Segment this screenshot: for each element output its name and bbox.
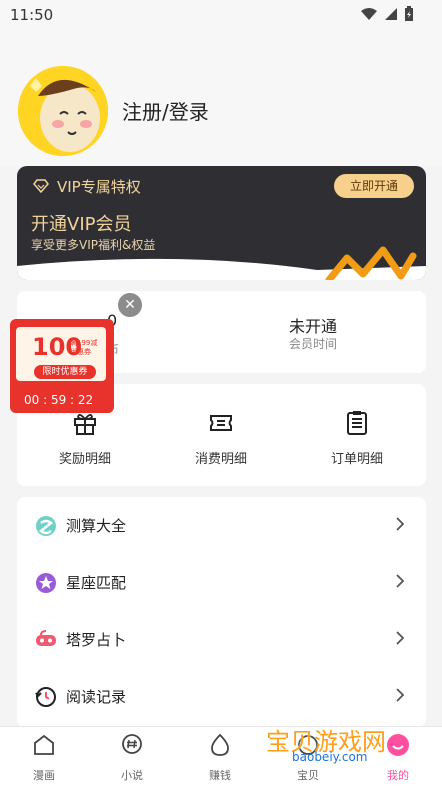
status-time: 11:50	[10, 6, 54, 24]
order-details[interactable]: 订单明细	[297, 410, 417, 467]
profile-header: 注册/登录	[0, 30, 442, 166]
feature-menu: 测算大全 星座匹配 塔罗占卜 阅读记录	[17, 497, 426, 727]
coupon-card: 100 满199减 优惠券 限时优惠券 00 : 59 : 22	[10, 319, 114, 413]
chevron-right-icon	[396, 688, 404, 702]
watermark-url: baobeiy.com	[292, 750, 368, 764]
vip-card[interactable]: VIP专属特权 立即开通 开通VIP会员 享受更多VIP福利&权益	[17, 166, 426, 280]
tab-earn-label: 赚钱	[209, 769, 231, 782]
coupon-mini-text: 满199减 优惠券	[70, 339, 98, 356]
history-clock-icon	[35, 687, 56, 707]
menu-item-constellation[interactable]: 星座匹配	[17, 554, 426, 611]
menu-item-constellation-label: 星座匹配	[66, 574, 127, 592]
menu-item-fortune[interactable]: 测算大全	[17, 497, 426, 554]
chevron-right-icon	[396, 631, 404, 645]
status-bar: 11:50	[0, 0, 442, 30]
ticket-icon	[210, 415, 232, 431]
menu-item-tarot[interactable]: 塔罗占卜	[17, 611, 426, 668]
profile-smile-icon	[387, 734, 409, 756]
battery-icon	[405, 6, 413, 21]
membership-value: 未开通	[289, 317, 338, 336]
menu-item-reading-history[interactable]: 阅读记录	[17, 668, 426, 725]
vip-headline: 开通VIP会员	[31, 214, 132, 235]
coupon-popup[interactable]: ✕ 100 满199减 优惠券 限时优惠券 00 : 59 : 22	[10, 293, 142, 413]
spending-details[interactable]: 消费明细	[161, 410, 281, 467]
hashtag-chat-icon	[122, 734, 142, 754]
menu-item-tarot-label: 塔罗占卜	[66, 631, 127, 649]
menu-item-fortune-label: 测算大全	[66, 517, 127, 535]
egg-icon	[211, 733, 229, 756]
avatar-illustration	[18, 66, 108, 156]
wifi-icon	[361, 8, 377, 20]
reward-details-label: 奖励明细	[58, 452, 111, 467]
tab-novels[interactable]: 小说	[102, 733, 162, 783]
tab-earn[interactable]: 赚钱	[190, 733, 250, 783]
diamond-icon	[33, 179, 49, 193]
tab-comics[interactable]: 漫画	[14, 733, 74, 783]
menu-item-reading-history-label: 阅读记录	[66, 688, 127, 706]
avatar[interactable]	[18, 66, 108, 156]
gamepad-icon	[36, 630, 56, 646]
tab-novels-label: 小说	[121, 769, 143, 782]
spending-details-label: 消费明细	[194, 452, 247, 467]
reward-details[interactable]: 奖励明细	[25, 410, 145, 467]
chevron-right-icon	[396, 574, 404, 588]
login-link[interactable]: 注册/登录	[122, 96, 209, 125]
star-icon	[36, 573, 56, 593]
tab-comics-label: 漫画	[33, 769, 55, 782]
clipboard-icon	[347, 411, 367, 435]
tab-baobei-label: 宝贝	[297, 769, 319, 782]
membership-label: 会员时间	[289, 337, 338, 351]
home-icon	[34, 734, 54, 755]
coupon-limited-badge: 限时优惠券	[34, 365, 96, 379]
status-icons	[360, 6, 414, 22]
signal-icon	[385, 8, 397, 20]
gift-icon	[74, 414, 96, 435]
chevron-right-icon	[396, 517, 404, 531]
close-icon[interactable]: ✕	[118, 293, 142, 317]
vip-wave-decoration	[17, 246, 426, 280]
vip-title: VIP专属特权	[57, 178, 141, 196]
fortune-icon	[36, 516, 56, 536]
vip-open-button[interactable]: 立即开通	[334, 174, 414, 198]
tab-mine-label: 我的	[387, 769, 409, 782]
coupon-timer: 00 : 59 : 22	[24, 393, 94, 407]
order-details-label: 订单明细	[330, 452, 383, 467]
